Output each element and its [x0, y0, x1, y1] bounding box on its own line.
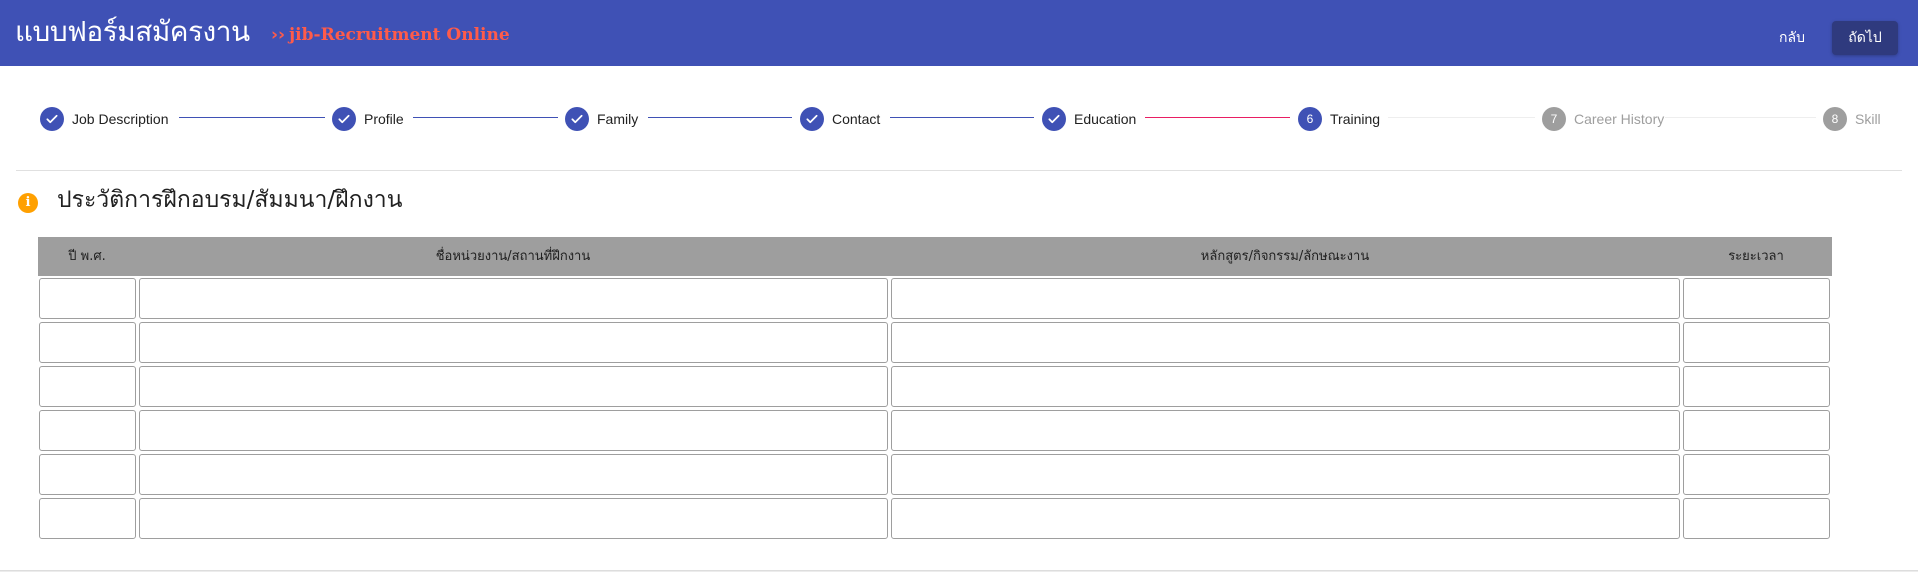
- step-label: Family: [597, 111, 639, 127]
- organization-input[interactable]: [139, 454, 888, 495]
- stepper-connector-line: [1388, 117, 1535, 118]
- back-button[interactable]: กลับ: [1760, 21, 1824, 55]
- stepper-connector-line: [179, 117, 325, 118]
- step-career-history[interactable]: 7 Career History: [1542, 106, 1664, 132]
- step-skill[interactable]: 8 Skill: [1823, 106, 1881, 132]
- duration-input[interactable]: [1683, 322, 1830, 363]
- progress-stepper: Job Description Profile Family Contact Educa…: [0, 66, 1918, 170]
- duration-input[interactable]: [1683, 498, 1830, 539]
- organization-input[interactable]: [139, 278, 888, 319]
- step-label: Job Description: [72, 111, 169, 127]
- course-input[interactable]: [891, 366, 1680, 407]
- year-input[interactable]: [39, 498, 136, 539]
- step-label: Profile: [364, 111, 404, 127]
- section-title: ประวัติการฝึกอบรม/สัมมนา/ฝึกงาน: [57, 187, 403, 213]
- column-header-year: ปี พ.ศ.: [68, 249, 106, 264]
- step-label: Contact: [832, 111, 881, 127]
- app-subtitle-text: jib-Recruitment Online: [289, 25, 510, 45]
- column-header-organization: ชื่อหน่วยงาน/สถานที่ฝึกงาน: [435, 249, 591, 264]
- step-education[interactable]: Education: [1042, 106, 1136, 132]
- step-label: Education: [1074, 111, 1137, 127]
- step-label: Career History: [1574, 111, 1665, 127]
- organization-input[interactable]: [139, 498, 888, 539]
- check-icon: [565, 107, 589, 131]
- card-bottom-edge: [0, 570, 1918, 572]
- stepper-connector-line: [1665, 117, 1816, 118]
- duration-input[interactable]: [1683, 366, 1830, 407]
- duration-input[interactable]: [1683, 454, 1830, 495]
- app-header: แบบฟอร์มสมัครงาน ›› jib-Recruitment Onlin…: [0, 0, 1918, 66]
- step-number: 6: [1306, 112, 1314, 126]
- organization-input[interactable]: [139, 410, 888, 451]
- step-number-badge: 7: [1542, 107, 1566, 131]
- app-title: แบบฟอร์มสมัครงาน: [15, 15, 250, 48]
- divider: [16, 170, 1902, 171]
- double-chevron-right-icon: ››: [271, 25, 286, 45]
- step-label: Skill: [1855, 111, 1881, 127]
- info-icon: i: [18, 193, 38, 213]
- step-training[interactable]: 6 Training: [1298, 106, 1380, 132]
- next-button[interactable]: ถัดไป: [1832, 21, 1898, 55]
- course-input[interactable]: [891, 498, 1680, 539]
- year-input[interactable]: [39, 278, 136, 319]
- course-input[interactable]: [891, 454, 1680, 495]
- step-number: 7: [1550, 112, 1558, 126]
- year-input[interactable]: [39, 322, 136, 363]
- app-subtitle: ›› jib-Recruitment Online: [271, 24, 510, 46]
- step-number-badge: 6: [1298, 107, 1322, 131]
- stepper-connector-line: [413, 117, 558, 118]
- column-header-duration: ระยะเวลา: [1728, 249, 1784, 264]
- table-header: ปี พ.ศ. ชื่อหน่วยงาน/สถานที่ฝึกงาน หลักส…: [38, 237, 1832, 276]
- step-job-description[interactable]: Job Description: [40, 106, 169, 132]
- organization-input[interactable]: [139, 366, 888, 407]
- stepper-connector-line: [1145, 117, 1290, 118]
- check-icon: [1042, 107, 1066, 131]
- step-contact[interactable]: Contact: [800, 106, 880, 132]
- step-label: Training: [1330, 111, 1381, 127]
- course-input[interactable]: [891, 322, 1680, 363]
- step-number-badge: 8: [1823, 107, 1847, 131]
- check-icon: [40, 107, 64, 131]
- stepper-connector-line: [890, 117, 1034, 118]
- course-input[interactable]: [891, 410, 1680, 451]
- step-family[interactable]: Family: [565, 106, 638, 132]
- organization-input[interactable]: [139, 322, 888, 363]
- step-profile[interactable]: Profile: [332, 106, 404, 132]
- duration-input[interactable]: [1683, 410, 1830, 451]
- check-icon: [332, 107, 356, 131]
- column-header-course: หลักสูตร/กิจกรรม/ลักษณะงาน: [1200, 249, 1370, 264]
- year-input[interactable]: [39, 410, 136, 451]
- duration-input[interactable]: [1683, 278, 1830, 319]
- year-input[interactable]: [39, 454, 136, 495]
- course-input[interactable]: [891, 278, 1680, 319]
- step-number: 8: [1831, 112, 1839, 126]
- check-icon: [800, 107, 824, 131]
- stepper-connector-line: [648, 117, 792, 118]
- year-input[interactable]: [39, 366, 136, 407]
